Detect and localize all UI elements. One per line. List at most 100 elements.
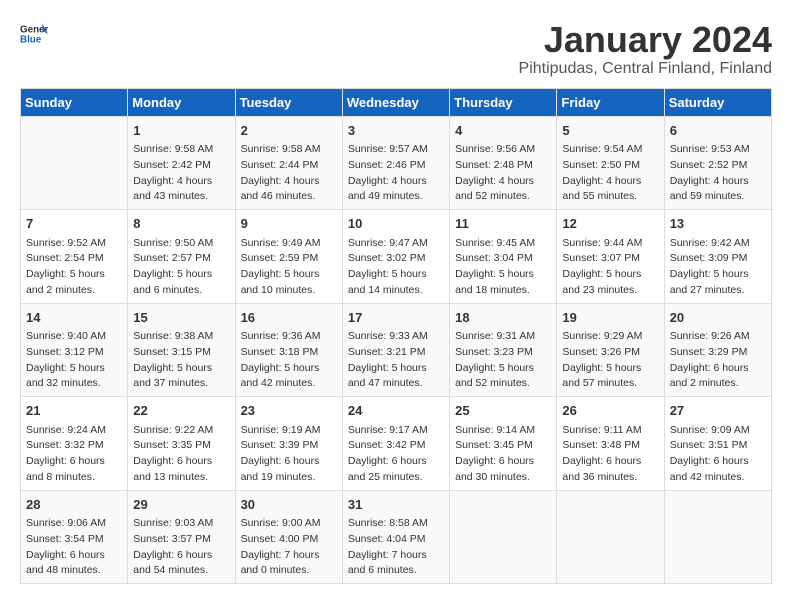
week-row-4: 21Sunrise: 9:24 AM Sunset: 3:32 PM Dayli… — [21, 397, 772, 491]
calendar-cell: 27Sunrise: 9:09 AM Sunset: 3:51 PM Dayli… — [664, 397, 771, 491]
calendar-cell: 26Sunrise: 9:11 AM Sunset: 3:48 PM Dayli… — [557, 397, 664, 491]
calendar-cell: 30Sunrise: 9:00 AM Sunset: 4:00 PM Dayli… — [235, 490, 342, 584]
day-number: 2 — [241, 121, 337, 141]
calendar-cell: 15Sunrise: 9:38 AM Sunset: 3:15 PM Dayli… — [128, 303, 235, 397]
calendar-cell: 23Sunrise: 9:19 AM Sunset: 3:39 PM Dayli… — [235, 397, 342, 491]
day-info: Sunrise: 9:57 AM Sunset: 2:46 PM Dayligh… — [348, 142, 444, 205]
calendar-title: January 2024 — [519, 20, 772, 60]
day-number: 1 — [133, 121, 229, 141]
day-info: Sunrise: 9:58 AM Sunset: 2:42 PM Dayligh… — [133, 142, 229, 205]
calendar-cell: 31Sunrise: 8:58 AM Sunset: 4:04 PM Dayli… — [342, 490, 449, 584]
day-info: Sunrise: 9:56 AM Sunset: 2:48 PM Dayligh… — [455, 142, 551, 205]
calendar-cell: 5Sunrise: 9:54 AM Sunset: 2:50 PM Daylig… — [557, 116, 664, 210]
week-row-1: 1Sunrise: 9:58 AM Sunset: 2:42 PM Daylig… — [21, 116, 772, 210]
calendar-cell: 14Sunrise: 9:40 AM Sunset: 3:12 PM Dayli… — [21, 303, 128, 397]
day-info: Sunrise: 8:58 AM Sunset: 4:04 PM Dayligh… — [348, 516, 444, 579]
day-info: Sunrise: 9:42 AM Sunset: 3:09 PM Dayligh… — [670, 236, 766, 299]
calendar-cell: 17Sunrise: 9:33 AM Sunset: 3:21 PM Dayli… — [342, 303, 449, 397]
day-number: 23 — [241, 401, 337, 421]
calendar-cell: 20Sunrise: 9:26 AM Sunset: 3:29 PM Dayli… — [664, 303, 771, 397]
day-number: 3 — [348, 121, 444, 141]
calendar-cell: 2Sunrise: 9:58 AM Sunset: 2:44 PM Daylig… — [235, 116, 342, 210]
calendar-cell: 9Sunrise: 9:49 AM Sunset: 2:59 PM Daylig… — [235, 210, 342, 304]
day-number: 27 — [670, 401, 766, 421]
calendar-cell — [557, 490, 664, 584]
calendar-cell: 22Sunrise: 9:22 AM Sunset: 3:35 PM Dayli… — [128, 397, 235, 491]
day-number: 20 — [670, 308, 766, 328]
calendar-cell: 19Sunrise: 9:29 AM Sunset: 3:26 PM Dayli… — [557, 303, 664, 397]
day-number: 5 — [562, 121, 658, 141]
day-number: 25 — [455, 401, 551, 421]
calendar-cell: 12Sunrise: 9:44 AM Sunset: 3:07 PM Dayli… — [557, 210, 664, 304]
week-row-3: 14Sunrise: 9:40 AM Sunset: 3:12 PM Dayli… — [21, 303, 772, 397]
day-info: Sunrise: 9:09 AM Sunset: 3:51 PM Dayligh… — [670, 423, 766, 486]
day-info: Sunrise: 9:26 AM Sunset: 3:29 PM Dayligh… — [670, 329, 766, 392]
day-info: Sunrise: 9:19 AM Sunset: 3:39 PM Dayligh… — [241, 423, 337, 486]
day-header-monday: Monday — [128, 88, 235, 116]
day-number: 24 — [348, 401, 444, 421]
calendar-cell: 29Sunrise: 9:03 AM Sunset: 3:57 PM Dayli… — [128, 490, 235, 584]
day-info: Sunrise: 9:36 AM Sunset: 3:18 PM Dayligh… — [241, 329, 337, 392]
day-number: 4 — [455, 121, 551, 141]
day-number: 8 — [133, 214, 229, 234]
day-number: 12 — [562, 214, 658, 234]
day-info: Sunrise: 9:54 AM Sunset: 2:50 PM Dayligh… — [562, 142, 658, 205]
logo: General Blue — [20, 20, 48, 48]
svg-text:Blue: Blue — [20, 34, 42, 45]
day-header-wednesday: Wednesday — [342, 88, 449, 116]
calendar-cell: 4Sunrise: 9:56 AM Sunset: 2:48 PM Daylig… — [450, 116, 557, 210]
calendar-cell: 25Sunrise: 9:14 AM Sunset: 3:45 PM Dayli… — [450, 397, 557, 491]
day-number: 7 — [26, 214, 122, 234]
calendar-cell: 8Sunrise: 9:50 AM Sunset: 2:57 PM Daylig… — [128, 210, 235, 304]
calendar-cell: 18Sunrise: 9:31 AM Sunset: 3:23 PM Dayli… — [450, 303, 557, 397]
calendar-subtitle: Pihtipudas, Central Finland, Finland — [519, 60, 772, 78]
day-info: Sunrise: 9:38 AM Sunset: 3:15 PM Dayligh… — [133, 329, 229, 392]
day-number: 26 — [562, 401, 658, 421]
day-number: 13 — [670, 214, 766, 234]
calendar-cell: 16Sunrise: 9:36 AM Sunset: 3:18 PM Dayli… — [235, 303, 342, 397]
day-number: 18 — [455, 308, 551, 328]
day-info: Sunrise: 9:45 AM Sunset: 3:04 PM Dayligh… — [455, 236, 551, 299]
day-info: Sunrise: 9:31 AM Sunset: 3:23 PM Dayligh… — [455, 329, 551, 392]
day-info: Sunrise: 9:03 AM Sunset: 3:57 PM Dayligh… — [133, 516, 229, 579]
day-info: Sunrise: 9:33 AM Sunset: 3:21 PM Dayligh… — [348, 329, 444, 392]
week-row-2: 7Sunrise: 9:52 AM Sunset: 2:54 PM Daylig… — [21, 210, 772, 304]
day-info: Sunrise: 9:53 AM Sunset: 2:52 PM Dayligh… — [670, 142, 766, 205]
calendar-cell: 7Sunrise: 9:52 AM Sunset: 2:54 PM Daylig… — [21, 210, 128, 304]
day-number: 10 — [348, 214, 444, 234]
calendar-cell: 11Sunrise: 9:45 AM Sunset: 3:04 PM Dayli… — [450, 210, 557, 304]
day-number: 21 — [26, 401, 122, 421]
day-number: 22 — [133, 401, 229, 421]
day-header-sunday: Sunday — [21, 88, 128, 116]
day-header-tuesday: Tuesday — [235, 88, 342, 116]
calendar-cell: 28Sunrise: 9:06 AM Sunset: 3:54 PM Dayli… — [21, 490, 128, 584]
header-row: SundayMondayTuesdayWednesdayThursdayFrid… — [21, 88, 772, 116]
day-number: 31 — [348, 495, 444, 515]
day-number: 16 — [241, 308, 337, 328]
day-header-thursday: Thursday — [450, 88, 557, 116]
calendar-cell — [664, 490, 771, 584]
day-info: Sunrise: 9:44 AM Sunset: 3:07 PM Dayligh… — [562, 236, 658, 299]
calendar-cell: 6Sunrise: 9:53 AM Sunset: 2:52 PM Daylig… — [664, 116, 771, 210]
day-number: 11 — [455, 214, 551, 234]
day-number: 9 — [241, 214, 337, 234]
title-block: January 2024 Pihtipudas, Central Finland… — [519, 20, 772, 78]
calendar-cell: 24Sunrise: 9:17 AM Sunset: 3:42 PM Dayli… — [342, 397, 449, 491]
day-header-friday: Friday — [557, 88, 664, 116]
day-info: Sunrise: 9:11 AM Sunset: 3:48 PM Dayligh… — [562, 423, 658, 486]
day-info: Sunrise: 9:22 AM Sunset: 3:35 PM Dayligh… — [133, 423, 229, 486]
day-number: 28 — [26, 495, 122, 515]
calendar-cell: 10Sunrise: 9:47 AM Sunset: 3:02 PM Dayli… — [342, 210, 449, 304]
calendar-cell: 21Sunrise: 9:24 AM Sunset: 3:32 PM Dayli… — [21, 397, 128, 491]
week-row-5: 28Sunrise: 9:06 AM Sunset: 3:54 PM Dayli… — [21, 490, 772, 584]
calendar-cell — [21, 116, 128, 210]
day-info: Sunrise: 9:58 AM Sunset: 2:44 PM Dayligh… — [241, 142, 337, 205]
day-info: Sunrise: 9:14 AM Sunset: 3:45 PM Dayligh… — [455, 423, 551, 486]
day-info: Sunrise: 9:47 AM Sunset: 3:02 PM Dayligh… — [348, 236, 444, 299]
day-number: 6 — [670, 121, 766, 141]
day-info: Sunrise: 9:06 AM Sunset: 3:54 PM Dayligh… — [26, 516, 122, 579]
calendar-cell: 1Sunrise: 9:58 AM Sunset: 2:42 PM Daylig… — [128, 116, 235, 210]
day-info: Sunrise: 9:24 AM Sunset: 3:32 PM Dayligh… — [26, 423, 122, 486]
day-info: Sunrise: 9:52 AM Sunset: 2:54 PM Dayligh… — [26, 236, 122, 299]
day-info: Sunrise: 9:29 AM Sunset: 3:26 PM Dayligh… — [562, 329, 658, 392]
